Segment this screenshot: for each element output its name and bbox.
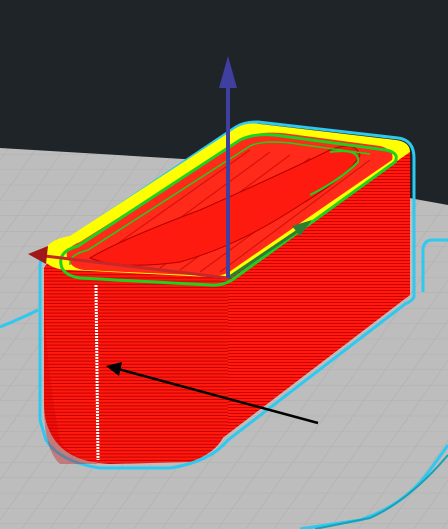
3d-viewport[interactable]	[0, 0, 448, 529]
model-front-wall	[44, 260, 228, 464]
slicer-preview-canvas[interactable]	[0, 0, 448, 529]
